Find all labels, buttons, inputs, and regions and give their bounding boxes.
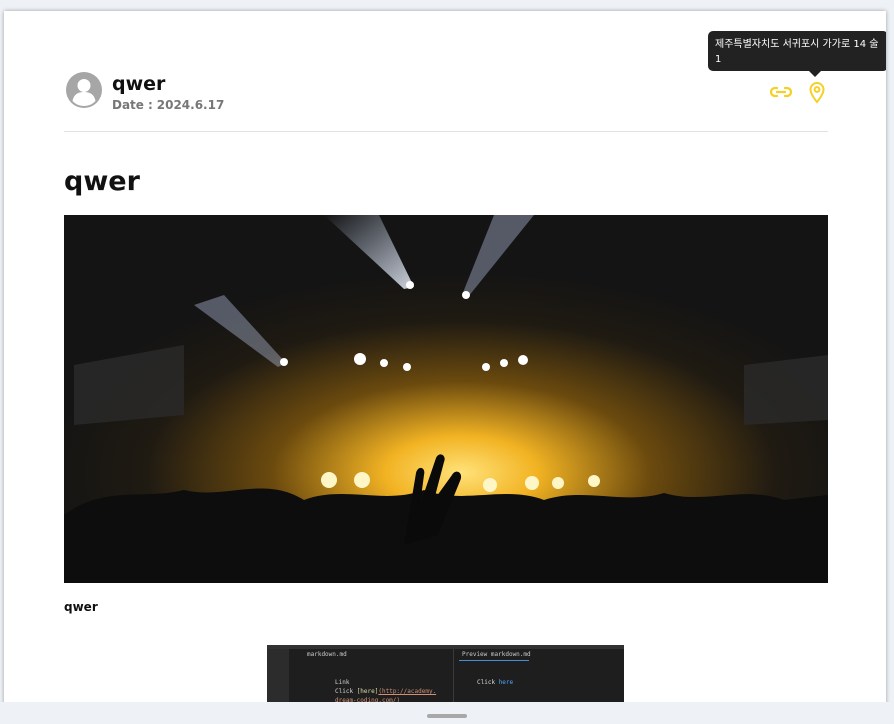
post-title: qwer — [64, 166, 140, 197]
user-avatar-icon[interactable] — [66, 72, 102, 108]
post-header: qwer Date:2024.6.17 — [64, 71, 828, 131]
code-url-1: (http://academy. — [378, 688, 437, 695]
preview-prefix: Click — [477, 679, 499, 686]
date-separator: : — [147, 98, 153, 112]
location-tooltip: 제주특별자치도 서귀포시 가가로 14 술1 — [708, 31, 886, 71]
header-divider — [64, 131, 828, 132]
link-icon[interactable] — [768, 79, 794, 105]
editor-tab-preview: Preview markdown.md — [462, 651, 531, 658]
map-pin-icon[interactable] — [804, 79, 830, 105]
editor-active-tab-indicator — [459, 660, 529, 661]
code-prefix: Click — [335, 688, 357, 695]
editor-tab-markdown: markdown.md — [307, 651, 347, 658]
date-label: Date — [112, 98, 144, 112]
date-value: 2024.6.17 — [156, 98, 225, 112]
post-date: Date:2024.6.17 — [112, 98, 224, 112]
image-caption: qwer — [64, 600, 98, 614]
code-heading: Link — [335, 679, 349, 686]
bottom-sheet-bar — [0, 702, 894, 724]
editor-title-bar — [267, 645, 624, 649]
location-tooltip-text: 제주특별자치도 서귀포시 가가로 14 술1 — [715, 39, 879, 65]
code-link-text: [here] — [356, 688, 379, 695]
post-card: 제주특별자치도 서귀포시 가가로 14 술1 qwer Date:2024.6.… — [4, 11, 886, 724]
author-name: qwer — [112, 73, 166, 95]
preview-link: here — [498, 679, 514, 686]
code-heading-text: Link — [335, 679, 350, 686]
preview-output: Click here — [477, 679, 513, 686]
concert-photo[interactable] — [64, 215, 828, 583]
drag-handle[interactable] — [427, 714, 467, 718]
code-line-click: Click [here](http://academy. — [335, 688, 436, 695]
